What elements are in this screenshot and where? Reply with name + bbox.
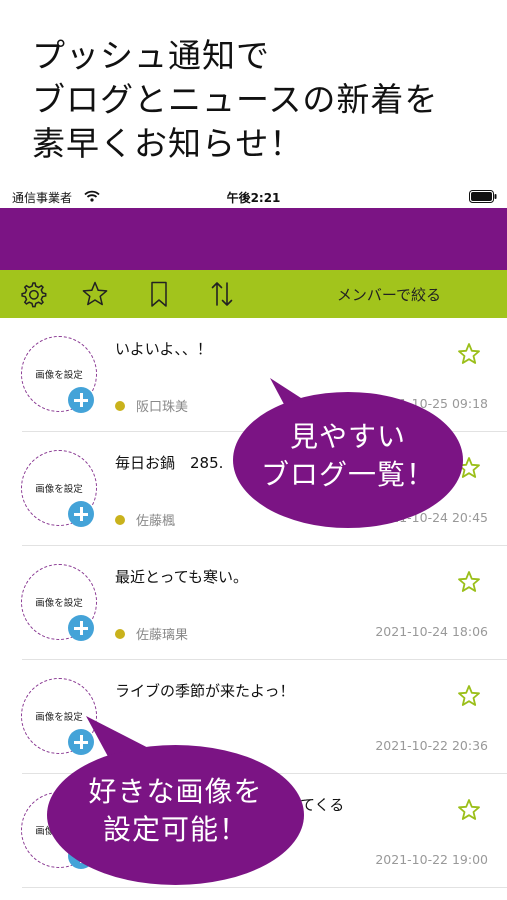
battery-icon: [469, 190, 497, 203]
post-date: 2021-10-22 19:00: [375, 852, 488, 867]
post-author: 佐藤楓: [136, 514, 176, 529]
add-image-icon[interactable]: [68, 615, 94, 641]
status-time: 午後2:21: [226, 191, 281, 205]
favorite-star-icon[interactable]: [457, 798, 481, 822]
avatar-placeholder[interactable]: 画像を設定: [21, 336, 97, 413]
callout-text: 見やすい ブログ一覧！: [233, 418, 463, 494]
author-dot-icon: [115, 401, 125, 411]
promo-line-1: プッシュ通知で: [32, 36, 270, 75]
avatar-label: 画像を設定: [35, 598, 83, 609]
bookmark-icon[interactable]: [145, 280, 173, 308]
status-bar: 通信事業者 午後2:21: [0, 186, 507, 208]
avatar-placeholder[interactable]: 画像を設定: [21, 564, 97, 641]
app-header: [0, 208, 507, 270]
favorite-star-icon[interactable]: [457, 342, 481, 366]
post-author: 阪口珠美: [136, 400, 189, 415]
post-title: てくる: [300, 796, 345, 814]
gear-icon[interactable]: [19, 280, 47, 308]
callout-line-1: 好きな画像を: [88, 775, 263, 808]
row-divider: [22, 887, 507, 888]
author-dot-icon: [115, 629, 125, 639]
post-title: 毎日お鍋 285.: [115, 454, 224, 472]
promo-line-3: 素早くお知らせ！: [32, 124, 304, 163]
post-title: 最近とっても寒い。: [115, 568, 249, 586]
callout-text: 好きな画像を 設定可能！: [47, 773, 304, 849]
list-item[interactable]: 画像を設定 ライブの季節が来たよっ！ 2021-10-22 20:36: [0, 660, 507, 774]
post-title: いよいよ、、！: [115, 340, 212, 358]
callout-blog-list: 見やすい ブログ一覧！: [233, 392, 463, 528]
member-filter-button[interactable]: メンバーで絞る: [337, 284, 441, 305]
favorite-star-icon[interactable]: [457, 684, 481, 708]
author-dot-icon: [115, 515, 125, 525]
post-date: 2021-10-24 18:06: [375, 624, 488, 639]
toolbar: メンバーで絞る: [0, 270, 507, 318]
avatar-label: 画像を設定: [35, 370, 83, 381]
sort-icon[interactable]: [208, 280, 236, 308]
promo-line-2: ブログとニュースの新着を: [32, 80, 439, 119]
post-author: 佐藤璃果: [136, 628, 189, 643]
list-item[interactable]: 画像を設定 最近とっても寒い。 佐藤璃果 2021-10-24 18:06: [0, 546, 507, 660]
post-date: 2021-10-22 20:36: [375, 738, 488, 753]
callout-line-1: 見やすい: [289, 420, 406, 453]
promo-heading: プッシュ通知で ブログとニュースの新着を 素早くお知らせ！: [32, 34, 492, 166]
add-image-icon[interactable]: [68, 501, 94, 527]
avatar-placeholder[interactable]: 画像を設定: [21, 450, 97, 527]
add-image-icon[interactable]: [68, 387, 94, 413]
post-title: ライブの季節が来たよっ！: [115, 682, 295, 700]
star-icon[interactable]: [81, 280, 109, 308]
avatar-label: 画像を設定: [35, 484, 83, 495]
callout-line-2: ブログ一覧！: [260, 458, 435, 491]
callout-image-setting: 好きな画像を 設定可能！: [47, 745, 304, 885]
callout-line-2: 設定可能！: [102, 813, 248, 846]
favorite-star-icon[interactable]: [457, 570, 481, 594]
